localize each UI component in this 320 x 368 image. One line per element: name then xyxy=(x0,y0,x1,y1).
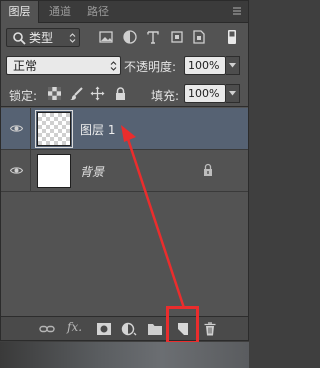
chevron-down-icon xyxy=(229,63,236,68)
filter-toggle-icon[interactable] xyxy=(227,29,237,45)
link-layers-icon[interactable] xyxy=(39,322,55,336)
eye-icon xyxy=(10,125,23,132)
layer-row-background[interactable]: 背景 xyxy=(1,150,248,192)
type-filter-icon[interactable] xyxy=(145,29,161,45)
layer-row-layer-1[interactable]: 图层 1 xyxy=(1,108,248,150)
image-filter-icon[interactable] xyxy=(98,29,114,45)
layers-panel: 图层 通道 路径 类型 正常 不透明度: 100% 锁定: 填充: 100% 图… xyxy=(0,0,249,341)
layers-list: 图层 1 背景 xyxy=(1,108,248,316)
search-icon xyxy=(13,32,26,45)
fill-input[interactable]: 100% xyxy=(184,84,226,103)
opacity-dropdown-button[interactable] xyxy=(226,56,240,75)
background-strip xyxy=(0,342,249,368)
layer-name[interactable]: 图层 1 xyxy=(80,121,115,138)
shape-filter-icon[interactable] xyxy=(169,29,185,45)
lock-image-icon[interactable] xyxy=(69,86,84,101)
lock-position-icon[interactable] xyxy=(90,86,105,101)
lock-all-icon[interactable] xyxy=(113,86,128,101)
fill-dropdown-button[interactable] xyxy=(226,84,240,103)
tab-channels[interactable]: 通道 xyxy=(43,1,77,23)
filter-kind-select[interactable]: 类型 xyxy=(6,28,80,47)
lock-row: 锁定: 填充: 100% xyxy=(1,81,248,107)
opacity-label: 不透明度: xyxy=(124,60,177,74)
filter-kind-label: 类型 xyxy=(29,31,54,45)
lock-icon[interactable] xyxy=(202,163,214,177)
chevron-updown-icon xyxy=(110,61,117,71)
panel-tab-bar: 图层 通道 路径 xyxy=(1,1,248,23)
layers-footer: fx. xyxy=(1,316,248,340)
eye-icon xyxy=(10,167,23,174)
blend-mode-select[interactable]: 正常 xyxy=(6,56,121,75)
layer-filter-row: 类型 xyxy=(1,24,248,50)
chevron-down-icon xyxy=(229,91,236,96)
blend-row: 正常 不透明度: 100% xyxy=(1,51,248,78)
visibility-toggle[interactable] xyxy=(1,108,31,150)
annotation-highlight-box xyxy=(166,306,199,344)
smart-object-filter-icon[interactable] xyxy=(191,29,207,45)
new-group-icon[interactable] xyxy=(147,322,163,336)
add-style-icon[interactable]: fx. xyxy=(67,320,82,334)
tab-layers[interactable]: 图层 xyxy=(1,1,39,23)
adjustment-layer-icon[interactable] xyxy=(121,322,137,336)
blend-mode-label: 正常 xyxy=(13,59,38,73)
opacity-input[interactable]: 100% xyxy=(184,56,226,75)
layer-thumbnail[interactable] xyxy=(37,154,71,188)
fill-label: 填充: xyxy=(151,89,180,103)
visibility-toggle[interactable] xyxy=(1,150,31,192)
adjustment-filter-icon[interactable] xyxy=(122,29,138,45)
tab-paths[interactable]: 路径 xyxy=(81,1,115,23)
delete-layer-icon[interactable] xyxy=(202,322,218,336)
chevron-updown-icon xyxy=(69,33,76,43)
add-mask-icon[interactable] xyxy=(96,322,112,336)
panel-menu-icon[interactable] xyxy=(231,5,243,17)
lock-transparent-icon[interactable] xyxy=(47,86,62,101)
layer-thumbnail[interactable] xyxy=(35,110,73,148)
lock-label: 锁定: xyxy=(9,89,38,103)
layer-name[interactable]: 背景 xyxy=(80,163,104,180)
